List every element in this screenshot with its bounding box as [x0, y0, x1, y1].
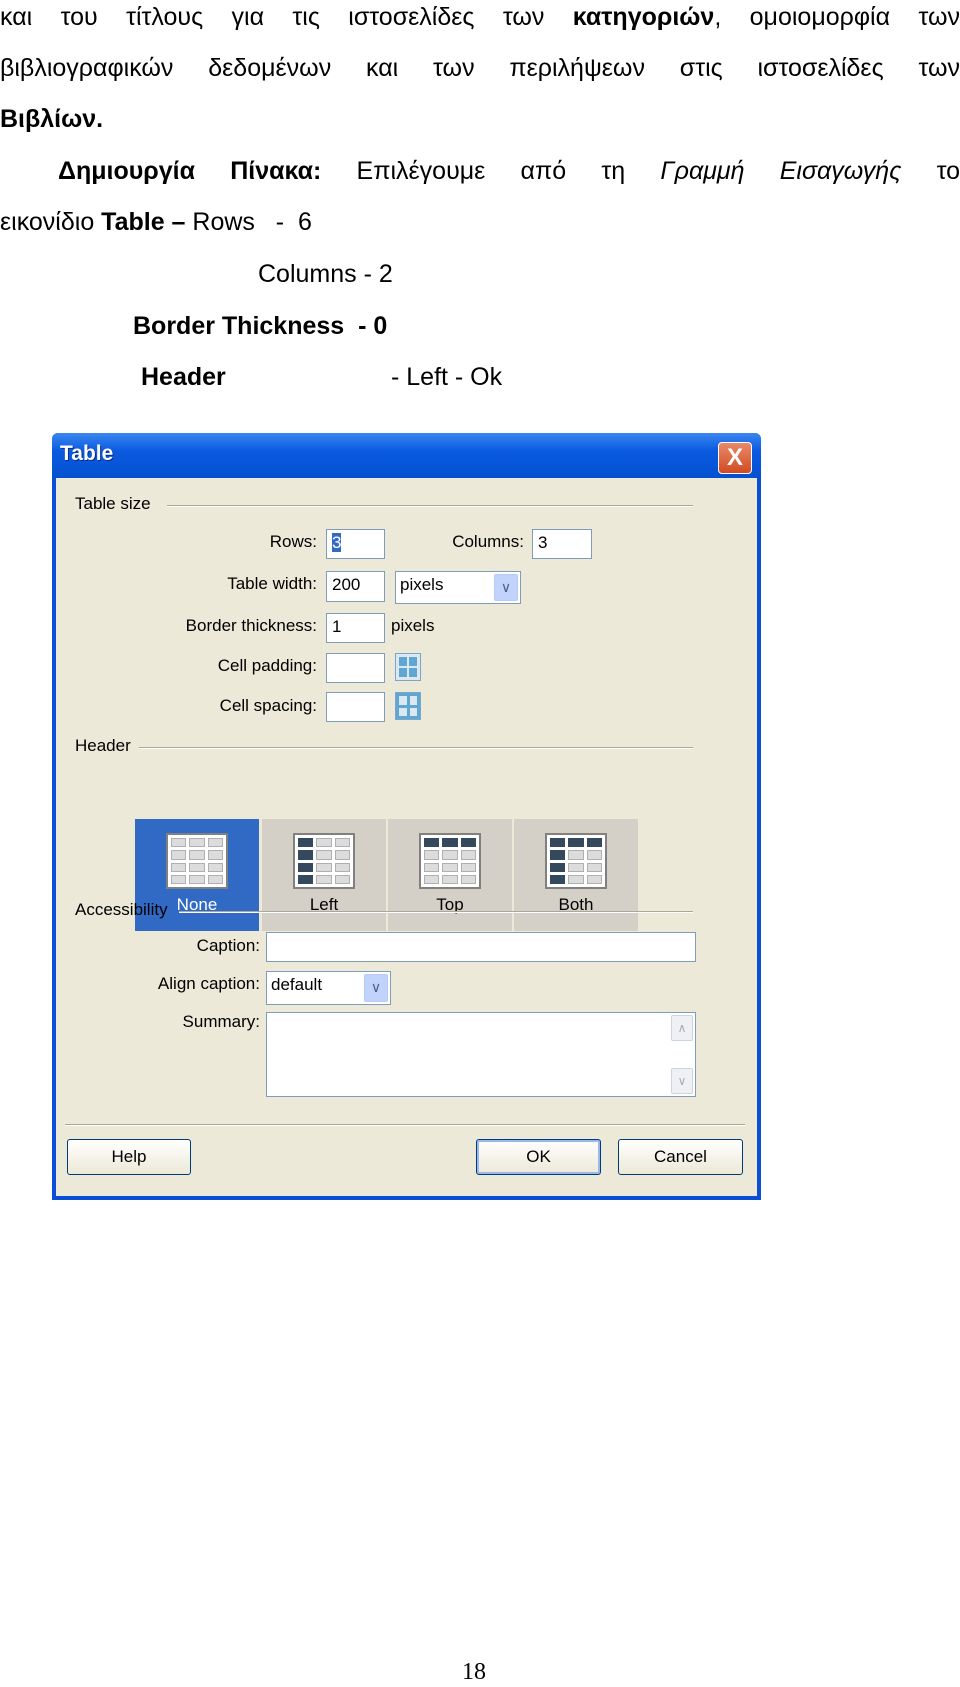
title-bar[interactable]: Table X — [52, 433, 761, 478]
border-thickness-label: Border thickness: — [185, 616, 317, 635]
paragraph-line: Border Thickness - 0 — [133, 312, 388, 340]
table-width-input[interactable]: 200 — [326, 571, 385, 602]
table-dialog: Table X Table size Rows: 3 Columns: 3 Ta… — [52, 433, 761, 1200]
bold-text: Table – — [101, 208, 186, 236]
chevron-down-icon[interactable]: ∨ — [494, 574, 518, 601]
bold-text: κατηγοριών — [572, 3, 715, 31]
paragraph-line: και του τίτλους για τις ιστοσελίδες των … — [0, 2, 960, 32]
close-icon[interactable]: X — [718, 442, 752, 474]
paragraph-line: Columns - 2 — [258, 260, 393, 288]
cell-spacing-label: Cell spacing: — [219, 696, 317, 715]
divider — [65, 1124, 745, 1126]
ok-button[interactable]: OK — [476, 1139, 601, 1175]
align-caption-label: Align caption: — [157, 974, 260, 993]
header-option-both[interactable]: Both — [514, 819, 638, 931]
caption-input[interactable] — [266, 932, 696, 962]
width-unit-select[interactable]: pixels ∨ — [395, 571, 521, 604]
text: και του τίτλους για τις ιστοσελίδες των — [0, 3, 573, 31]
columns-input[interactable]: 3 — [532, 529, 592, 559]
align-caption-value: default — [271, 975, 323, 994]
chevron-down-icon[interactable]: ∨ — [364, 974, 388, 1002]
border-thickness-input[interactable]: 1 — [326, 613, 385, 643]
rows-label: Rows: — [269, 532, 317, 551]
table-width-label: Table width: — [227, 574, 317, 593]
paragraph-line: Βιβλίων. — [0, 105, 104, 133]
table-header-none-icon — [166, 833, 228, 889]
paragraph-line: βιβλιογραφικών δεδομένων και των περιλήψ… — [0, 54, 960, 82]
divider — [167, 505, 693, 507]
table-header-both-icon — [545, 833, 607, 889]
dialog-body: Table size Rows: 3 Columns: 3 Table widt… — [56, 478, 757, 1196]
border-unit-label: pixels — [391, 616, 435, 635]
italic-text: Γραμμή Εισαγωγής — [660, 157, 902, 185]
header-option-top[interactable]: Top — [388, 819, 512, 931]
cell-padding-input[interactable] — [326, 653, 385, 683]
page-number: 18 — [462, 1659, 486, 1685]
width-unit-value: pixels — [400, 575, 444, 594]
rows-input[interactable]: 3 — [326, 529, 385, 559]
paragraph-line: Δημιουργία Πίνακα: Επιλέγουμε από τη Γρα… — [58, 156, 960, 186]
text: Επιλέγουμε από τη — [321, 157, 661, 185]
help-button[interactable]: Help — [67, 1139, 191, 1175]
cell-padding-label: Cell padding: — [217, 656, 317, 675]
align-caption-select[interactable]: default ∨ — [266, 971, 391, 1005]
cell-spacing-input[interactable] — [326, 692, 385, 722]
table-header-left-icon — [293, 833, 355, 889]
scroll-up-icon[interactable]: ∧ — [671, 1015, 693, 1041]
rows-value: 3 — [332, 533, 342, 552]
text: Rows - 6 — [185, 208, 312, 236]
text: εικονίδιο — [0, 208, 102, 236]
text: - Left - Ok — [391, 363, 503, 391]
group-label-accessibility: Accessibility — [75, 900, 168, 919]
cell-padding-icon — [395, 653, 421, 681]
divider — [179, 911, 693, 913]
summary-label: Summary: — [182, 1012, 260, 1031]
dialog-title: Table — [60, 442, 114, 465]
cell-spacing-icon — [395, 692, 421, 720]
table-header-top-icon — [419, 833, 481, 889]
summary-textarea[interactable]: ∧ ∨ — [266, 1012, 696, 1097]
text: το — [901, 157, 960, 185]
scroll-down-icon[interactable]: ∨ — [671, 1068, 693, 1094]
paragraph-line: Header - Left - Ok — [141, 362, 541, 392]
bold-text: Header — [141, 363, 226, 391]
heading-text: Δημιουργία Πίνακα: — [58, 157, 322, 185]
text: , ομοιομορφία των — [714, 3, 960, 31]
group-label-header: Header — [75, 736, 131, 755]
caption-label: Caption: — [196, 936, 260, 955]
cancel-button[interactable]: Cancel — [618, 1139, 743, 1175]
divider — [139, 747, 693, 749]
paragraph-line: εικονίδιο Table – Rows - 6 — [0, 207, 312, 237]
group-label-table-size: Table size — [75, 494, 151, 513]
header-option-left[interactable]: Left — [262, 819, 386, 931]
columns-label: Columns: — [452, 532, 524, 551]
